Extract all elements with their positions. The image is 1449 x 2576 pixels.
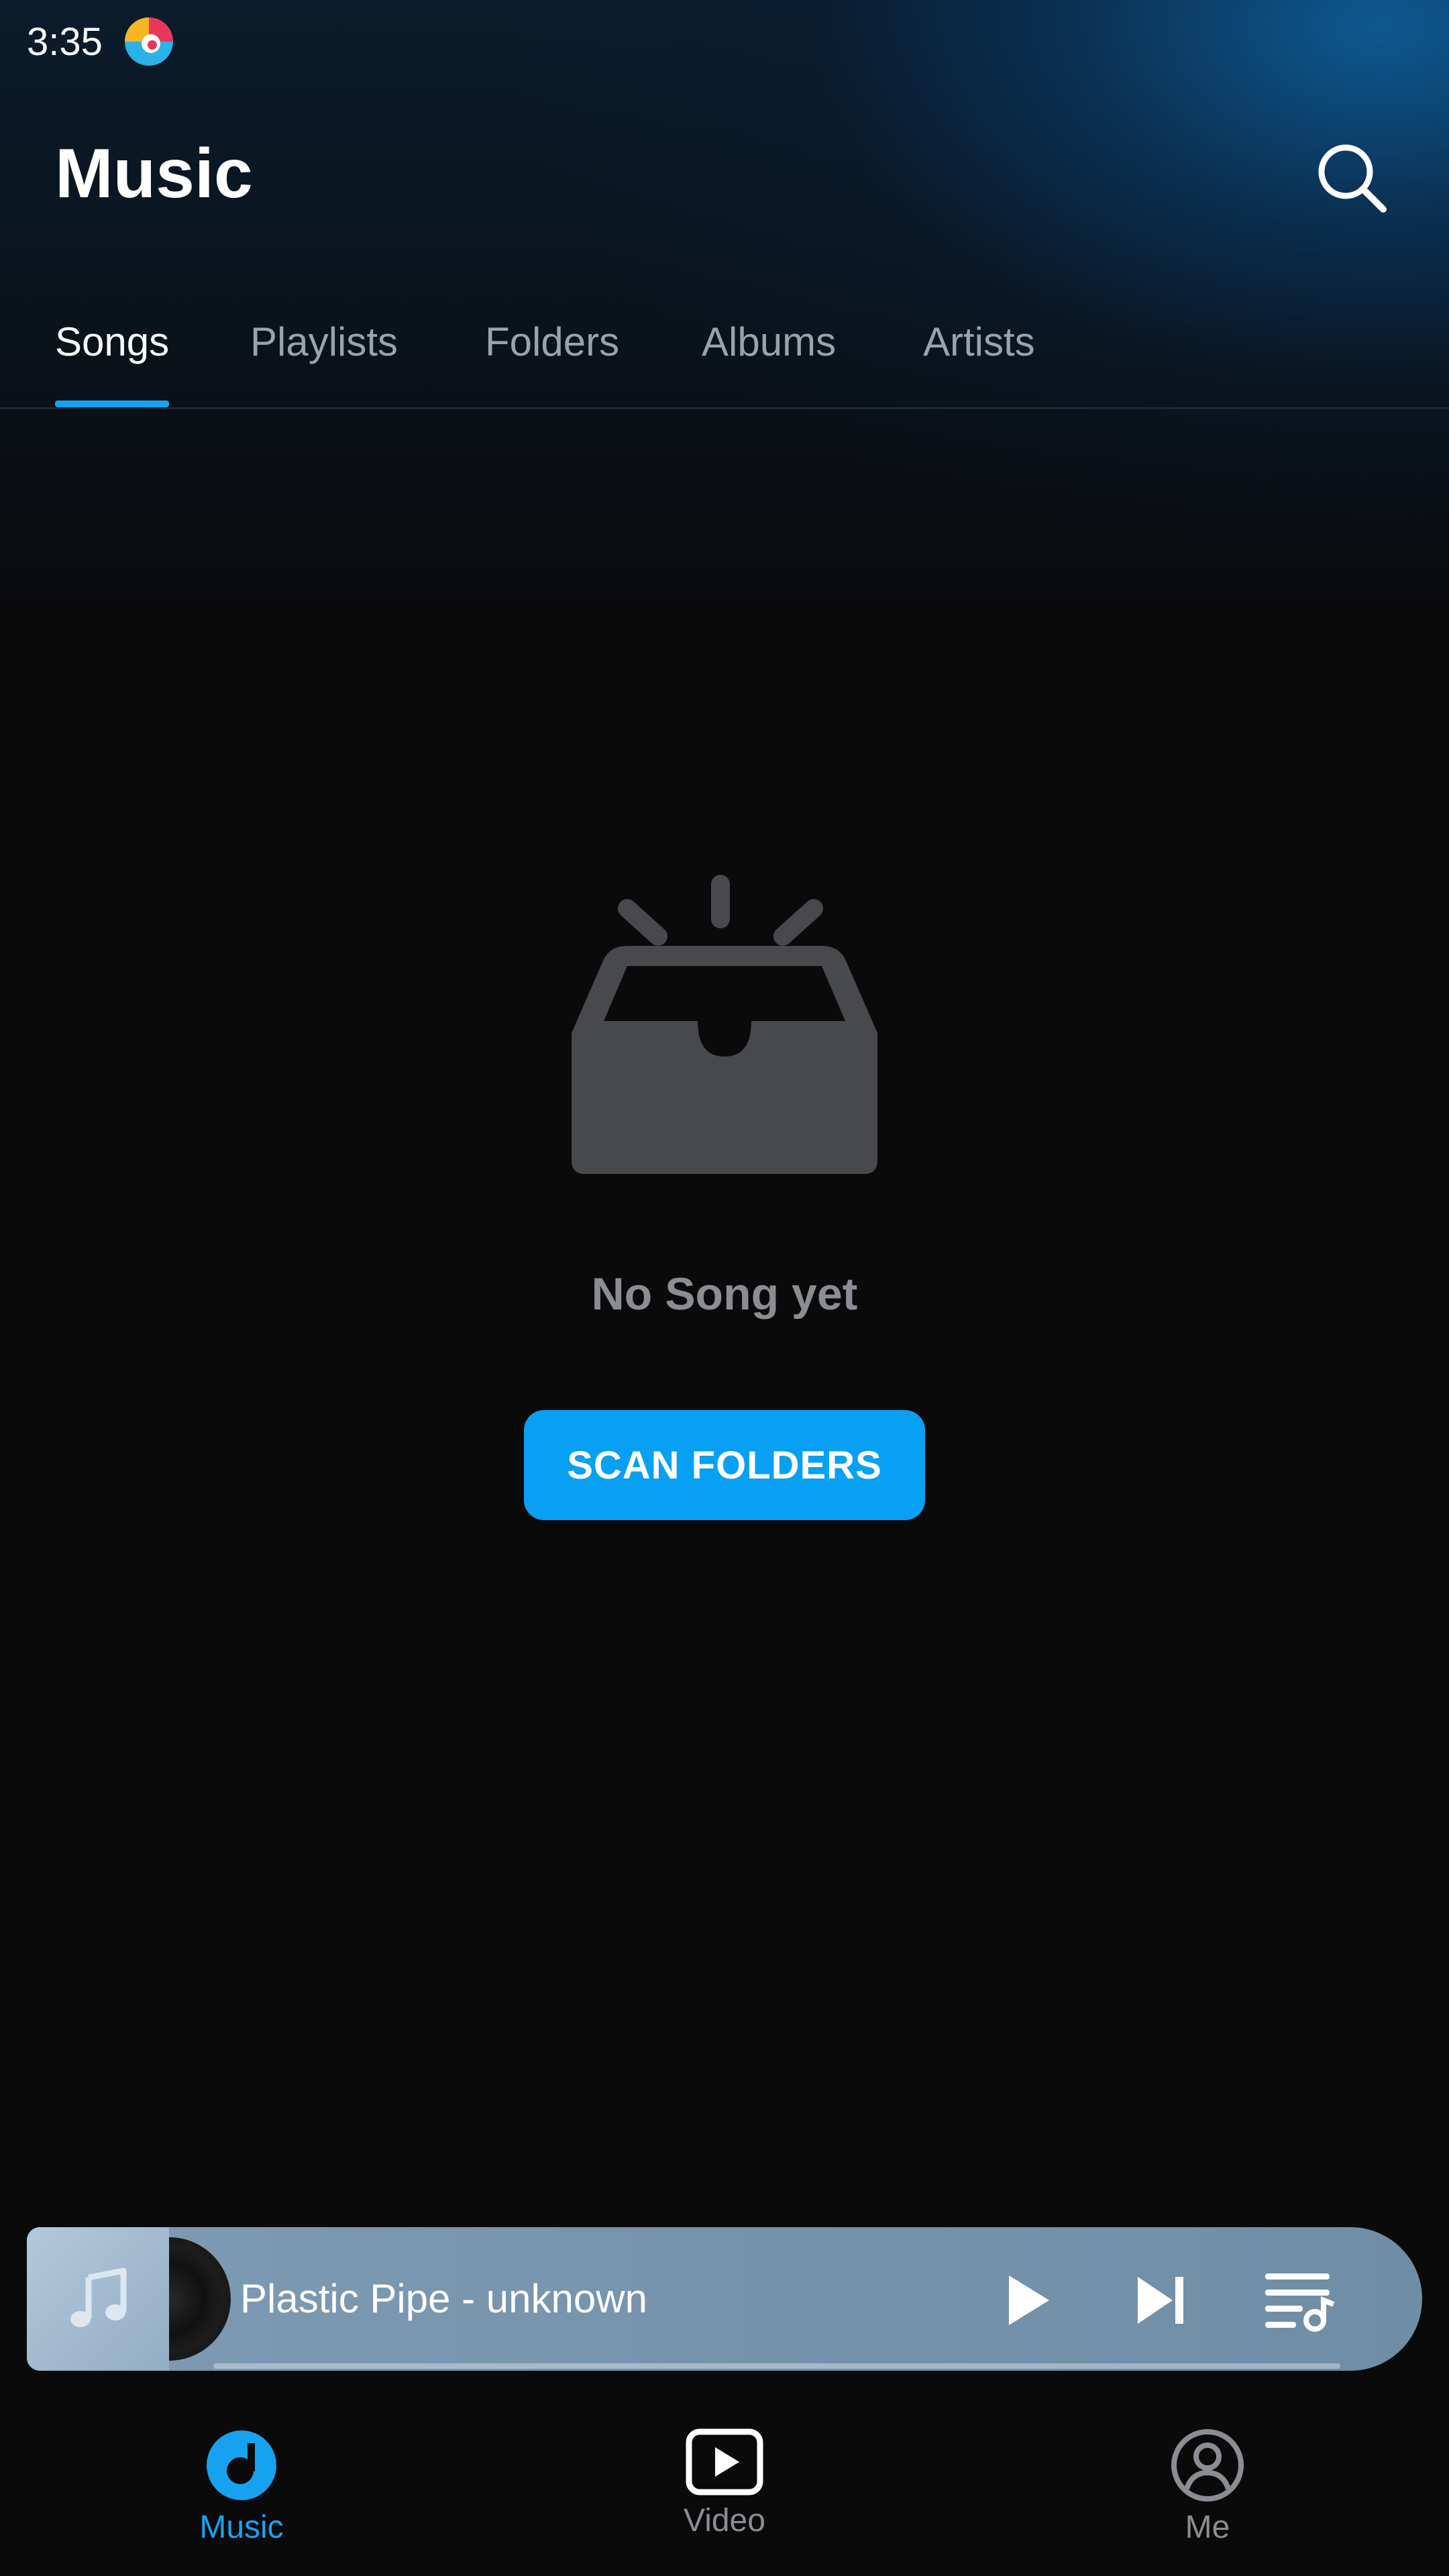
profile-icon <box>1171 2429 1244 2502</box>
tab-label: Songs <box>55 319 170 364</box>
track-title: Plastic Pipe - unknown <box>240 2276 647 2321</box>
nav-label: Video <box>684 2503 765 2538</box>
tab-folders[interactable]: Folders <box>485 319 619 407</box>
tab-active-indicator <box>55 400 170 407</box>
status-time: 3:35 <box>27 19 103 64</box>
tab-label: Albums <box>702 319 837 364</box>
tab-label: Playlists <box>250 319 398 364</box>
music-disc-icon <box>207 2430 276 2500</box>
album-art[interactable] <box>27 2227 169 2371</box>
app-notification-icon <box>124 17 173 66</box>
queue-button[interactable] <box>1256 2257 1343 2344</box>
tab-playlists[interactable]: Playlists <box>250 319 398 407</box>
play-icon <box>1009 2275 1049 2325</box>
tab-songs[interactable]: Songs <box>55 319 170 407</box>
bottom-navigation: Music Video Me <box>0 2402 1449 2576</box>
tab-label: Folders <box>485 319 620 364</box>
empty-state-message: No Song yet <box>591 1269 858 1320</box>
search-icon <box>1318 144 1387 213</box>
play-button[interactable] <box>982 2257 1069 2344</box>
nav-music[interactable]: Music <box>141 2428 342 2546</box>
tab-artists[interactable]: Artists <box>923 319 1035 407</box>
video-play-icon <box>686 2428 763 2496</box>
playlist-queue-icon <box>1265 2273 1335 2332</box>
skip-next-icon <box>1138 2277 1183 2324</box>
nav-label: Me <box>1185 2510 1230 2545</box>
tab-albums[interactable]: Albums <box>702 319 836 407</box>
nav-me[interactable]: Me <box>1107 2428 1308 2546</box>
mini-player[interactable]: Plastic Pipe - unknown <box>27 2227 1422 2371</box>
nav-video[interactable]: Video <box>624 2428 825 2539</box>
playback-progress-bar[interactable] <box>213 2363 1340 2369</box>
page-title: Music <box>55 135 253 213</box>
search-button[interactable] <box>1308 134 1395 221</box>
music-note-icon <box>70 2267 127 2327</box>
next-button[interactable] <box>1118 2257 1205 2344</box>
empty-inbox-icon <box>572 875 877 1174</box>
tab-label: Artists <box>923 319 1035 364</box>
tab-bar: Songs Playlists Folders Albums Artists <box>0 305 1449 409</box>
status-bar: 3:35 <box>27 15 175 68</box>
nav-label: Music <box>199 2510 284 2545</box>
scan-folders-button[interactable]: SCAN FOLDERS <box>524 1410 925 1520</box>
